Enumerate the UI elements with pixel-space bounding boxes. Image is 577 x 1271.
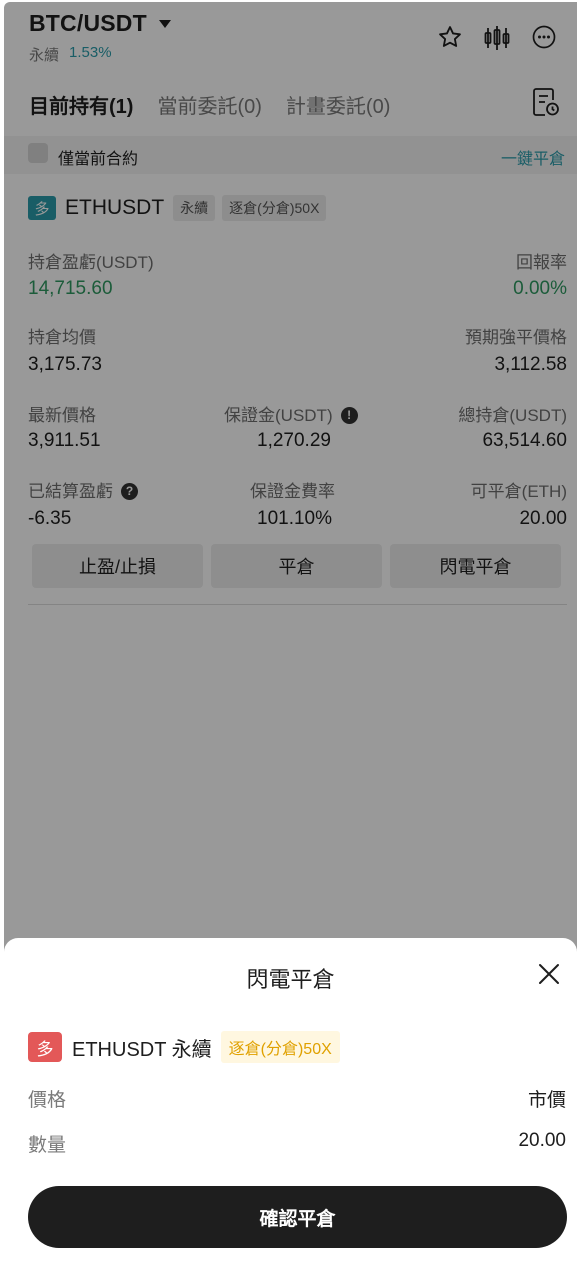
long-badge: 多 bbox=[28, 1032, 62, 1062]
price-label: 價格 bbox=[28, 1090, 67, 1111]
sheet-margin-mode-tag: 逐倉(分倉)50X bbox=[220, 1031, 340, 1063]
sheet-position-header: 多 ETHUSDT 永續 逐倉(分倉)50X bbox=[28, 1031, 340, 1063]
page: BTC/USDT 永續 1.53% 目前持有(1) 當前委託(0) 計畫委託(0… bbox=[0, 0, 577, 1271]
sheet-symbol: ETHUSDT 永續 bbox=[72, 1038, 212, 1061]
flash-close-sheet: 閃電平倉 多 ETHUSDT 永續 逐倉(分倉)50X 價格 市價 數量 20.… bbox=[4, 938, 577, 1271]
quantity-label: 數量 bbox=[28, 1135, 67, 1156]
confirm-close-button[interactable]: 確認平倉 bbox=[28, 1186, 567, 1248]
app-frame: BTC/USDT 永續 1.53% 目前持有(1) 當前委託(0) 計畫委託(0… bbox=[4, 2, 577, 1271]
quantity-value: 20.00 bbox=[518, 1130, 566, 1151]
sheet-title: 閃電平倉 bbox=[246, 967, 335, 992]
price-value: 市價 bbox=[527, 1090, 566, 1111]
close-icon[interactable] bbox=[537, 962, 561, 991]
